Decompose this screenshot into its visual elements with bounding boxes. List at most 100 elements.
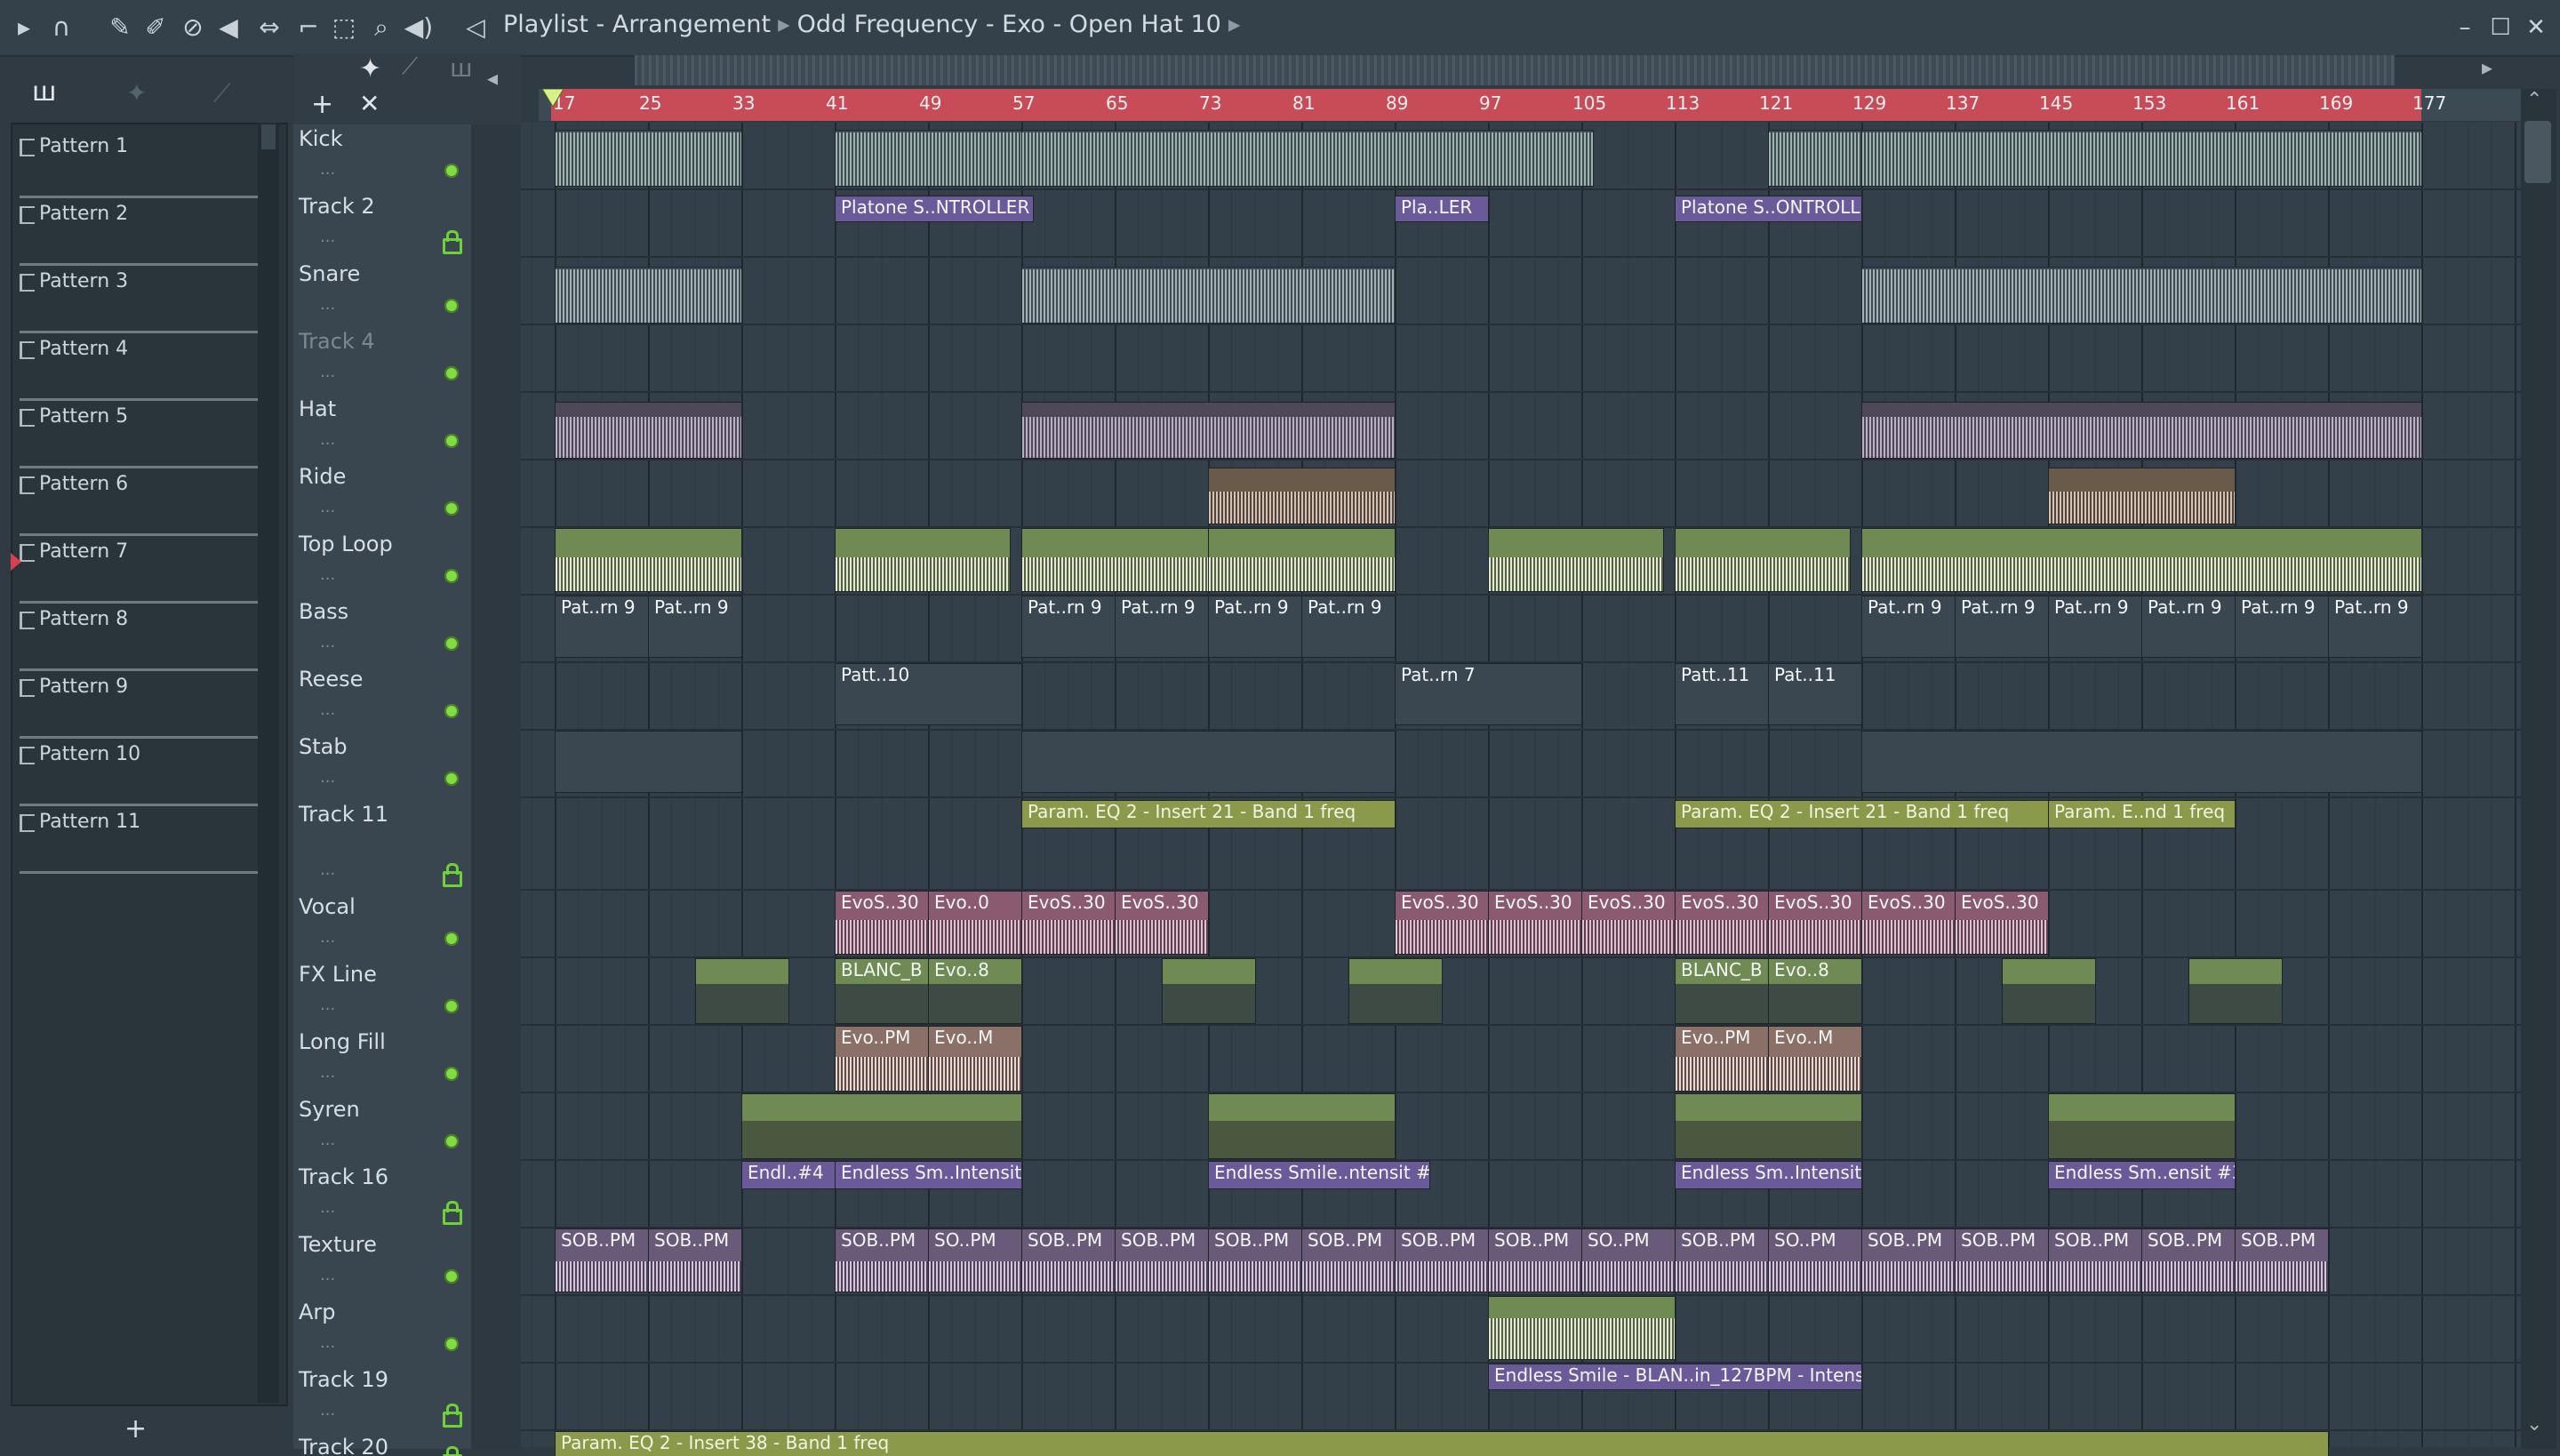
track-mute-led[interactable] [444,1337,459,1351]
texture-clip[interactable]: SOB..PM [1301,1228,1396,1292]
speaker-icon[interactable]: ◀) [404,12,434,43]
track-mute-led[interactable] [444,999,459,1013]
track-header[interactable]: FX Line... [293,958,471,1026]
delete-icon[interactable]: ⊘ [178,12,208,43]
hat-clip[interactable] [1861,402,2422,459]
kick-clip[interactable] [555,130,742,187]
track-mute-led[interactable] [444,299,459,313]
top-loop-clip[interactable] [1208,528,1396,592]
snare-clip[interactable] [1861,267,2422,324]
bass-clip[interactable]: Pat..rn 9 [2048,596,2142,658]
track-header[interactable]: Track 16... [293,1161,471,1228]
picker-scrollbar[interactable] [258,123,279,1403]
track-menu-icon[interactable]: ... [320,768,335,787]
bass-clip[interactable]: Pat..rn 9 [1208,596,1302,658]
scroll-right-icon[interactable]: ▸ [2482,55,2492,80]
track-lock-icon[interactable] [443,1404,462,1428]
track-menu-icon[interactable]: ... [320,430,335,449]
track-lock-icon[interactable] [443,863,462,887]
track-header[interactable]: Hat... [293,393,471,460]
pattern-item[interactable]: Pattern 3 [16,265,267,333]
track-name[interactable]: Snare [299,261,360,286]
track-header[interactable]: Kick... [293,123,471,190]
vocal-clip[interactable]: Evo..0 [928,891,1022,955]
long-fill-clip[interactable]: Evo..PM [835,1026,929,1092]
top-loop-clip[interactable] [555,528,742,592]
kick-clip[interactable] [1021,130,1595,187]
texture-clip[interactable]: SO..PM [928,1228,1022,1292]
track-mute-led[interactable] [444,772,459,786]
vocal-clip[interactable]: EvoS..30 [1115,891,1209,955]
arp-clip[interactable] [1488,1296,1676,1360]
pattern-item[interactable]: Pattern 9 [16,670,267,739]
snare-clip[interactable] [555,267,742,324]
add-pattern-button[interactable]: + [124,1413,147,1444]
slip-icon[interactable]: ⇔ [254,12,284,43]
vocal-clip[interactable]: EvoS..30 [835,891,929,955]
track-mute-led[interactable] [444,501,459,516]
texture-clip[interactable]: SOB..PM [2235,1228,2329,1292]
texture-clip[interactable]: SOB..PM [1955,1228,2049,1292]
track-mute-led[interactable] [444,704,459,718]
fx-line-clip[interactable] [1348,958,1443,1024]
slice-icon[interactable]: ⌐ [293,12,324,43]
automation-clip[interactable]: Param. EQ 2 - Insert 21 - Band 1 freq [1021,800,1396,828]
vocal-clip[interactable]: EvoS..30 [1768,891,1862,955]
texture-clip[interactable]: SOB..PM [555,1228,649,1292]
track-name[interactable]: Syren [299,1097,360,1122]
track-header[interactable]: Track 11... [293,798,471,891]
bass-clip[interactable]: Pat..rn 9 [1301,596,1396,658]
track-mute-led[interactable] [444,1067,459,1081]
bass-clip[interactable]: Pat..rn 9 [1115,596,1209,658]
vocal-clip[interactable]: EvoS..30 [1675,891,1769,955]
vocal-clip[interactable]: EvoS..30 [1395,891,1489,955]
magnet-icon[interactable]: ∩ [46,12,76,43]
track-name[interactable]: Bass [299,599,348,624]
automation-clip[interactable]: Endl..#4 [741,1161,836,1189]
pencil-icon[interactable]: ✎ [105,12,135,43]
track-name[interactable]: Track 16 [299,1164,388,1189]
reese-clip[interactable]: Pat..rn 7 [1395,663,1582,725]
track-menu-icon[interactable]: ... [320,928,335,947]
track-name[interactable]: FX Line [299,962,377,987]
automation-clip[interactable]: Param. E..nd 1 freq [2048,800,2236,828]
reese-clip[interactable]: Patt..11 [1675,663,1769,725]
pattern-item[interactable]: Pattern 6 [16,468,267,536]
pattern-item[interactable]: Pattern 8 [16,603,267,671]
track-menu-icon[interactable]: ... [320,1333,335,1352]
hat-clip[interactable] [1021,402,1396,459]
minimize-icon[interactable]: – [2450,12,2480,43]
bass-clip[interactable]: Pat..rn 9 [1861,596,1956,658]
playhead-marker-icon[interactable] [542,89,564,108]
fx-line-clip[interactable]: BLANC_B [835,958,929,1024]
track-menu-icon[interactable]: ... [320,700,335,719]
track-mute-led[interactable] [444,1134,459,1148]
top-loop-clip[interactable] [1861,528,2422,592]
track-menu-icon[interactable]: ... [320,363,335,381]
automation-clip[interactable]: Pla..LER [1395,196,1489,222]
kick-clip[interactable] [1861,130,2422,187]
track-header[interactable]: Syren... [293,1093,471,1161]
texture-clip[interactable]: SOB..PM [1675,1228,1769,1292]
maximize-icon[interactable]: ☐ [2485,12,2516,43]
kick-clip[interactable] [1768,130,1862,187]
vocal-clip[interactable]: EvoS..30 [1488,891,1582,955]
track-menu-icon[interactable]: ... [320,1401,335,1420]
track-header[interactable]: Texture... [293,1228,471,1296]
long-fill-clip[interactable]: Evo..M [928,1026,1022,1092]
add-track-icon[interactable]: + [311,89,333,120]
track-header[interactable]: Vocal... [293,891,471,958]
syren-clip[interactable] [741,1093,1022,1159]
track-name[interactable]: Track 4 [299,329,375,354]
vocal-clip[interactable]: EvoS..30 [1581,891,1676,955]
automation-clip[interactable]: Platone S..ONTROLLER [1675,196,1862,222]
track-mute-led[interactable] [444,164,459,178]
pattern-item[interactable]: Pattern 4 [16,332,267,401]
automation-clip[interactable]: Endless Sm..Intensit [1675,1161,1862,1189]
track-name[interactable]: Ride [299,464,346,489]
vertical-scroll-thumb[interactable] [2524,121,2551,183]
track-header[interactable]: Track 4... [293,325,471,393]
track-name[interactable]: Track 20 [299,1435,388,1456]
track-menu-icon[interactable]: ... [320,633,335,652]
snare-clip[interactable] [1021,267,1396,324]
